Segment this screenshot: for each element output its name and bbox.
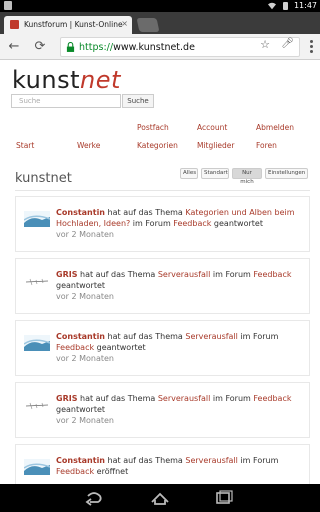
feed-item-text: GRIS hat auf das Thema Serverausfall im … <box>56 269 301 302</box>
feed-forum-link[interactable]: Feedback <box>56 467 94 476</box>
battery-icon <box>283 2 288 10</box>
tab-title: Kunstforum | Kunst-Online <box>24 20 123 29</box>
feed-user-link[interactable]: Constantin <box>56 208 105 217</box>
user-avatar[interactable] <box>24 335 50 351</box>
feed-text: hat auf das Thema <box>77 394 158 403</box>
feed-text: hat auf das Thema <box>105 208 186 217</box>
feed-text: hat auf das Thema <box>105 456 186 465</box>
feed-time: vor 2 Monaten <box>56 416 114 425</box>
nav-account[interactable]: Account <box>197 123 227 132</box>
home-nav-icon[interactable] <box>148 490 172 506</box>
browser-toolbar: ← ⟳ https://www.kunstnet.de ☆ 🎤︎ <box>0 34 320 60</box>
recents-nav-icon[interactable] <box>212 490 236 506</box>
feed-time: vor 2 Monaten <box>56 230 114 239</box>
user-avatar[interactable] <box>24 211 50 227</box>
status-time: 11:47 <box>293 1 317 10</box>
feed-item-text: Constantin hat auf das Thema Serverausfa… <box>56 455 301 477</box>
nav-mitglieder[interactable]: Mitglieder <box>197 141 235 150</box>
notification-icon <box>4 1 12 10</box>
feed-topic-link[interactable]: Serverausfall <box>185 332 238 341</box>
filter-einstellungen[interactable]: Einstellungen <box>265 168 308 179</box>
nav-postfach[interactable]: Postfach <box>137 123 169 132</box>
feed-text: im Forum <box>237 332 279 341</box>
lock-icon <box>66 42 75 52</box>
wifi-icon <box>268 2 276 10</box>
bookmark-star-icon[interactable]: ☆ <box>260 38 270 51</box>
feed-time: vor 2 Monaten <box>56 354 114 363</box>
menu-icon[interactable] <box>310 40 314 54</box>
reload-icon[interactable]: ⟳ <box>32 39 48 55</box>
feed-time: vor 2 Monaten <box>56 292 114 301</box>
feed-item: GRIS hat auf das Thema Serverausfall im … <box>15 382 310 438</box>
feed-user-link[interactable]: Constantin <box>56 456 105 465</box>
feed-forum-link[interactable]: Feedback <box>253 394 291 403</box>
feed-text: hat auf das Thema <box>105 332 186 341</box>
nav-foren[interactable]: Foren <box>256 141 277 150</box>
url-host: www.kunstnet.de <box>113 42 195 53</box>
page-content: kunstnet Suche Suche Start Werke Postfac… <box>0 60 320 484</box>
feed-user-link[interactable]: GRIS <box>56 394 77 403</box>
feed-text: eröffnet <box>94 467 129 476</box>
feed-text: im Forum <box>210 394 254 403</box>
feed-text: im Forum <box>237 456 279 465</box>
status-bar: 11:47 <box>0 0 320 12</box>
site-logo[interactable]: kunstnet <box>12 67 121 93</box>
nav-kategorien[interactable]: Kategorien <box>137 141 178 150</box>
favicon-icon <box>10 20 19 29</box>
close-tab-icon[interactable]: × <box>121 19 128 28</box>
user-avatar[interactable] <box>24 459 50 475</box>
feed-text: im Forum <box>130 219 174 228</box>
feed-topic-link[interactable]: Serverausfall <box>158 270 211 279</box>
section-title: kunstnet <box>15 171 72 186</box>
user-avatar[interactable] <box>24 273 50 289</box>
back-icon[interactable]: ← <box>6 39 22 55</box>
feed-text: geantwortet <box>56 281 106 290</box>
feed-topic-link[interactable]: Serverausfall <box>158 394 211 403</box>
feed-item-text: Constantin hat auf das Thema Kategorien … <box>56 207 301 240</box>
feed-forum-link[interactable]: Feedback <box>173 219 211 228</box>
user-avatar[interactable] <box>24 397 50 413</box>
main-navigation: Start Werke Postfach Kategorien Account … <box>0 120 320 156</box>
logo-main-text: kunst <box>12 66 80 94</box>
filter-nur-mich[interactable]: Nur mich <box>232 168 262 185</box>
microphone-icon[interactable]: 🎤︎ <box>281 38 294 49</box>
nav-werke[interactable]: Werke <box>77 141 100 150</box>
feed-item: GRIS hat auf das Thema Serverausfall im … <box>15 258 310 314</box>
url-scheme: https:// <box>79 42 114 53</box>
logo-accent-text: net <box>80 66 121 94</box>
nav-start[interactable]: Start <box>16 141 34 150</box>
feed-item: Constantin hat auf das Thema Serverausfa… <box>15 320 310 376</box>
back-nav-icon[interactable] <box>82 490 106 506</box>
feed-forum-link[interactable]: Feedback <box>253 270 291 279</box>
system-nav-bar <box>0 484 320 512</box>
nav-abmelden[interactable]: Abmelden <box>256 123 294 132</box>
search-input[interactable]: Suche <box>11 94 121 108</box>
feed-topic-link[interactable]: Serverausfall <box>185 456 238 465</box>
feed-item-text: Constantin hat auf das Thema Serverausfa… <box>56 331 301 364</box>
feed-forum-link[interactable]: Feedback <box>56 343 94 352</box>
feed-item: Constantin hat auf das Thema Serverausfa… <box>15 444 310 484</box>
new-tab-button[interactable] <box>136 18 160 32</box>
tab-strip: Kunstforum | Kunst-Online × <box>0 12 320 34</box>
search-button[interactable]: Suche <box>122 94 154 108</box>
filter-standart[interactable]: Standart <box>201 168 229 179</box>
feed-text: geantwortet <box>211 219 263 228</box>
feed-item: Constantin hat auf das Thema Kategorien … <box>15 196 310 252</box>
browser-tab[interactable]: Kunstforum | Kunst-Online × <box>4 16 132 34</box>
feed-user-link[interactable]: GRIS <box>56 270 77 279</box>
feed-text: geantwortet <box>56 405 106 414</box>
filter-alles[interactable]: Alles <box>180 168 198 179</box>
feed-user-link[interactable]: Constantin <box>56 332 105 341</box>
divider <box>15 190 310 191</box>
feed-item-text: GRIS hat auf das Thema Serverausfall im … <box>56 393 301 426</box>
feed-text: hat auf das Thema <box>77 270 158 279</box>
feed-text: geantwortet <box>94 343 146 352</box>
feed-text: im Forum <box>210 270 254 279</box>
